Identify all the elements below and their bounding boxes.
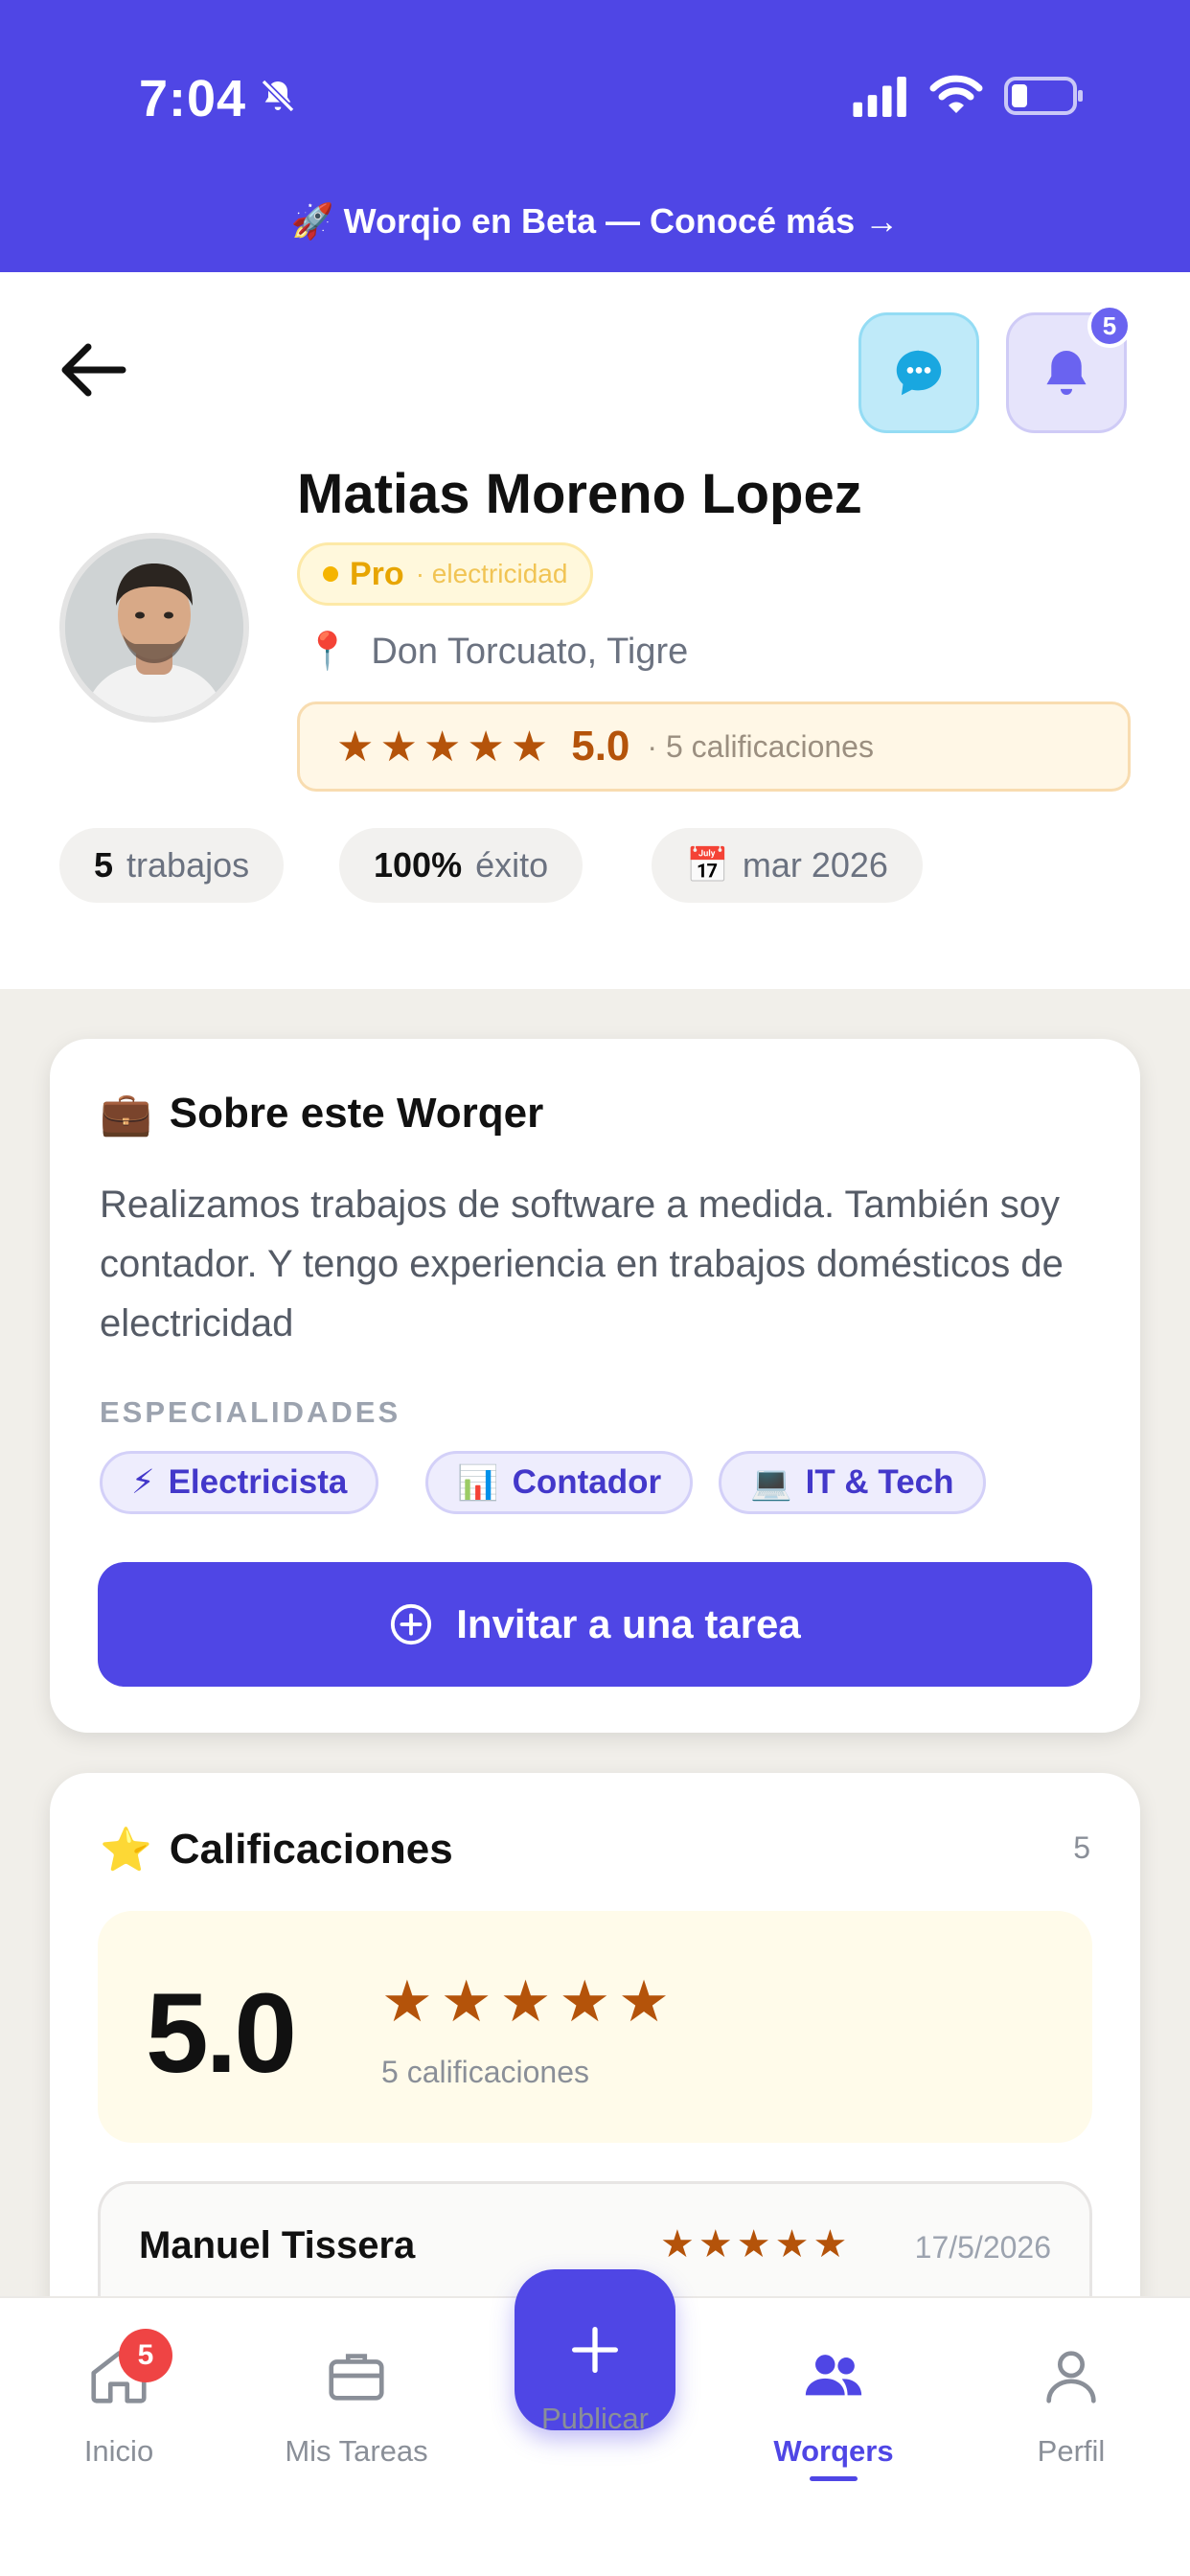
ratings-summary-box: 5.0 ★★★★★ 5 calificaciones (98, 1911, 1092, 2143)
about-title-text: Sobre este Worqer (169, 1090, 544, 1137)
average-stars: ★★★★★ (381, 1969, 677, 2034)
stat-success: 100% éxito (339, 828, 584, 903)
stat-label: mar 2026 (742, 845, 888, 885)
nav-item-worqers[interactable]: Worqers (728, 2342, 939, 2481)
specialty-label: IT & Tech (805, 1463, 954, 1501)
avatar (59, 533, 249, 723)
profile-header: 5 Matias Moreno Lopez Pro · electricidad… (0, 272, 1190, 989)
chat-button[interactable] (858, 312, 979, 433)
rating-count: · 5 calificaciones (647, 728, 874, 764)
active-indicator (810, 2476, 858, 2481)
stat-value: 100% (374, 845, 463, 885)
briefcase-icon (329, 2354, 384, 2401)
rating-value: 5.0 (571, 723, 630, 770)
ratings-count-text: 5 calificaciones (381, 2055, 589, 2089)
battery-icon (1004, 77, 1083, 115)
bell-icon (1046, 351, 1087, 395)
chat-bubble-icon (896, 350, 942, 396)
specialty-chip-contador[interactable]: 📊 Contador (425, 1451, 694, 1514)
nav-label: Perfil (1037, 2434, 1106, 2468)
nav-item-mis-tareas[interactable]: Mis Tareas (251, 2342, 462, 2469)
notification-badge: 5 (1087, 304, 1132, 348)
rating-stars: ★★★★★ (336, 723, 555, 770)
star-icon: ⭐ (100, 1827, 152, 1874)
nav-label-publicar: Publicar (541, 2402, 649, 2435)
laptop-icon: 💻 (750, 1463, 792, 1502)
nav-badge: 5 (119, 2329, 172, 2382)
ratings-title-text: Calificaciones (169, 1826, 453, 1873)
nav-label: Inicio (83, 2434, 154, 2468)
stat-label: éxito (475, 845, 549, 885)
reviewer-name: Manuel Tissera (139, 2224, 416, 2266)
about-title: 💼 Sobre este Worqer (100, 1089, 543, 1138)
nav-item-inicio[interactable]: 5 Inicio (13, 2329, 224, 2469)
calendar-icon: 📅 (686, 845, 729, 885)
location-text: Don Torcuato, Tigre (371, 631, 689, 672)
signal-icon (853, 77, 906, 117)
worker-name: Matias Moreno Lopez (297, 463, 862, 525)
bottom-navigation: 5 Inicio Mis Tareas Publicar Worqers Per… (0, 2269, 1190, 2576)
top-header: 7:04 🚀 Worqio en Beta — Conocé más → (0, 0, 1190, 272)
stat-value: 5 (94, 845, 114, 885)
bell-muted-icon (261, 79, 295, 113)
briefcase-icon: 💼 (100, 1091, 152, 1138)
plus-icon (572, 2327, 618, 2373)
stat-jobs: 5 trabajos (59, 828, 285, 903)
nav-label: Mis Tareas (285, 2434, 428, 2468)
review-date: 17/5/2026 (914, 2230, 1051, 2265)
level-dot-icon (323, 566, 338, 582)
ratings-total: 5 (1073, 1830, 1090, 1865)
lightning-icon: ⚡ (131, 1463, 155, 1501)
plus-circle-icon (391, 1603, 432, 1645)
bar-chart-icon: 📊 (457, 1463, 499, 1502)
about-card: 💼 Sobre este Worqer Realizamos trabajos … (50, 1039, 1140, 1733)
nav-label: Worqers (773, 2434, 894, 2468)
average-score: 5.0 (146, 1970, 297, 2097)
specialty-chip-it-tech[interactable]: 💻 IT & Tech (719, 1451, 986, 1514)
back-arrow-icon[interactable] (59, 341, 126, 399)
user-icon (1046, 2351, 1096, 2404)
users-icon (805, 2355, 862, 2396)
pin-icon: 📍 (305, 632, 351, 672)
nav-item-perfil[interactable]: Perfil (966, 2342, 1177, 2469)
profile-photo (65, 539, 243, 717)
level-badge: Pro · electricidad (297, 542, 594, 606)
invite-label: Invitar a una tarea (456, 1601, 801, 1646)
about-description: Realizamos trabajos de software a medida… (100, 1184, 1064, 1345)
beta-banner-link[interactable]: 🚀 Worqio en Beta — Conocé más → (0, 201, 1190, 242)
invite-to-task-button[interactable]: Invitar a una tarea (98, 1562, 1092, 1687)
status-time: 7:04 (139, 70, 247, 127)
location: 📍 Don Torcuato, Tigre (305, 631, 688, 673)
stat-member-since: 📅 mar 2026 (652, 828, 923, 903)
level-label: Pro (350, 555, 404, 592)
notifications-button[interactable]: 5 (1006, 304, 1132, 433)
specialty-label: Electricista (168, 1463, 348, 1501)
review-stars: ★★★★★ (660, 2223, 852, 2266)
ratings-title: ⭐ Calificaciones (100, 1825, 453, 1874)
rating-summary: ★★★★★ 5.0 · 5 calificaciones (297, 702, 1131, 792)
specialty-chip-electricista[interactable]: ⚡ Electricista (100, 1451, 379, 1514)
specialty-label: Contador (512, 1463, 662, 1501)
level-category: · electricidad (415, 559, 568, 588)
stat-label: trabajos (126, 845, 250, 885)
specialties-heading: ESPECIALIDADES (100, 1395, 401, 1429)
wifi-icon (929, 75, 983, 113)
